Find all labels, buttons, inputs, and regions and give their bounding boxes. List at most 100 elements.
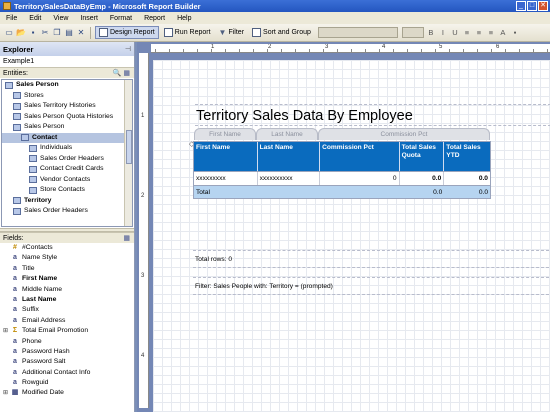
open-icon[interactable]: 📂 — [16, 28, 26, 38]
paste-icon[interactable]: ▤ — [64, 28, 74, 38]
detail-total-sales-ytd[interactable]: 0.0 — [444, 172, 490, 185]
col-header-total-sales-quota[interactable]: Total Sales Quota — [400, 142, 445, 171]
group-tab-first-name[interactable]: First Name — [194, 128, 256, 140]
total-last-name[interactable] — [258, 186, 321, 198]
expand-icon[interactable]: ⊞ — [3, 326, 10, 336]
new-icon[interactable]: ▭ — [4, 28, 14, 38]
align-center-icon[interactable]: ≡ — [474, 28, 484, 37]
field-item[interactable]: a Last Name — [0, 295, 134, 305]
ruler-tick — [323, 49, 324, 52]
align-right-icon[interactable]: ≡ — [486, 28, 496, 37]
entities-scrollbar[interactable] — [124, 80, 132, 226]
entity-item[interactable]: Sales Person — [2, 122, 132, 133]
col-header-last-name[interactable]: Last Name — [258, 142, 321, 171]
col-header-first-name[interactable]: First Name — [194, 142, 258, 171]
menu-edit[interactable]: Edit — [29, 15, 41, 22]
entity-tools-icon[interactable]: 🔍 ▦ — [113, 68, 130, 78]
field-item[interactable]: a Password Salt — [0, 357, 134, 367]
entity-item[interactable]: Individuals — [2, 143, 132, 154]
group-tab-last-name[interactable]: Last Name — [256, 128, 318, 140]
entity-item[interactable]: Vendor Contacts — [2, 175, 132, 186]
filter-description-textbox[interactable]: Filter: Sales People with: Territory = (… — [193, 277, 549, 295]
report-table[interactable]: First Name Last Name Commission Pct Tota… — [193, 141, 491, 199]
ruler-tick — [197, 49, 198, 52]
entity-item[interactable]: Sales Order Headers — [2, 206, 132, 217]
menu-view[interactable]: View — [53, 15, 68, 22]
menu-format[interactable]: Format — [110, 15, 132, 22]
total-sales-ytd[interactable]: 0.0 — [444, 186, 490, 198]
entity-item[interactable]: Territory — [2, 196, 132, 207]
field-item[interactable]: a Email Address — [0, 316, 134, 326]
detail-total-sales-quota[interactable]: 0.0 — [400, 172, 445, 185]
entity-item[interactable]: Sales Order Headers — [2, 154, 132, 165]
field-item[interactable]: ⊞ Σ Total Email Promotion — [0, 326, 134, 336]
entity-label: Sales Person — [16, 81, 59, 88]
copy-icon[interactable]: ❐ — [52, 28, 62, 38]
fill-color-icon[interactable]: ▪ — [510, 28, 520, 37]
pin-icon[interactable]: ⊣ — [125, 45, 131, 53]
filter-button[interactable]: ▼ Filter — [216, 26, 247, 39]
maximize-button[interactable]: □ — [527, 1, 537, 11]
delete-icon[interactable]: ✕ — [76, 28, 86, 38]
report-page[interactable]: Territory Sales Data By Employee First N… — [153, 60, 550, 412]
field-item[interactable]: a Title — [0, 264, 134, 274]
entity-item[interactable]: Sales Territory Histories — [2, 101, 132, 112]
field-item[interactable]: a Password Hash — [0, 347, 134, 357]
menu-report[interactable]: Report — [144, 15, 165, 22]
report-title-textbox[interactable]: Territory Sales Data By Employee — [195, 104, 550, 126]
ruler-tick — [435, 49, 436, 52]
total-rows-textbox[interactable]: Total rows: 0 — [193, 250, 549, 268]
field-item[interactable]: a First Name — [0, 274, 134, 284]
field-item[interactable]: # #Contacts — [0, 243, 134, 253]
explorer-header: Explorer ⊣ — [0, 42, 134, 56]
field-item[interactable]: ⊞ ▦ Modified Date — [0, 388, 134, 398]
field-item[interactable]: a Middle Name — [0, 285, 134, 295]
window-title: TerritorySalesDataByEmp - Microsoft Repo… — [14, 1, 201, 11]
close-button[interactable]: ✕ — [538, 1, 548, 11]
font-size-select[interactable] — [401, 27, 424, 38]
detail-last-name[interactable]: xxxxxxxxxx — [258, 172, 321, 185]
expand-icon[interactable]: ⊞ — [3, 388, 10, 398]
entity-item[interactable]: Stores — [2, 91, 132, 102]
entity-item[interactable]: Store Contacts — [2, 185, 132, 196]
detail-commission-pct[interactable]: 0 — [320, 172, 400, 185]
entity-item[interactable]: Sales Person — [2, 80, 132, 91]
ruler-tick — [309, 49, 310, 52]
entity-item[interactable]: Contact — [2, 132, 132, 143]
italic-icon[interactable]: I — [438, 28, 448, 37]
total-sales-quota[interactable]: 0.0 — [400, 186, 445, 198]
field-item[interactable]: a Phone — [0, 337, 134, 347]
menu-file[interactable]: File — [6, 15, 17, 22]
field-item[interactable]: a Additional Contact Info — [0, 368, 134, 378]
col-header-total-sales-ytd[interactable]: Total Sales YTD — [444, 142, 490, 171]
menu-insert[interactable]: Insert — [80, 15, 98, 22]
total-commission-pct[interactable] — [320, 186, 399, 198]
detail-first-name[interactable]: xxxxxxxxx — [194, 172, 258, 185]
bold-icon[interactable]: B — [426, 28, 436, 37]
col-header-commission-pct[interactable]: Commission Pct — [320, 142, 400, 171]
entity-item[interactable]: Contact Credit Cards — [2, 164, 132, 175]
explorer-title: Explorer — [3, 44, 34, 54]
toolbar: ▭ 📂 ▪ ✂ ❐ ▤ ✕ Design Report Run Report ▼… — [0, 24, 550, 42]
scrollbar-thumb[interactable] — [126, 130, 132, 164]
new-field-icon[interactable]: ▦ — [123, 233, 130, 243]
field-item[interactable]: a Rowguid — [0, 378, 134, 388]
menu-bar: File Edit View Insert Format Report Help — [0, 12, 550, 24]
group-tab-commission-pct[interactable]: Commission Pct — [318, 128, 490, 140]
font-name-select[interactable] — [317, 27, 398, 38]
menu-help[interactable]: Help — [177, 15, 191, 22]
total-label[interactable]: Total — [194, 186, 258, 198]
underline-icon[interactable]: U — [450, 28, 460, 37]
minimize-button[interactable]: _ — [516, 1, 526, 11]
align-left-icon[interactable]: ≡ — [462, 28, 472, 37]
field-item[interactable]: a Suffix — [0, 305, 134, 315]
sort-group-button[interactable]: Sort and Group — [249, 26, 314, 39]
font-color-icon[interactable]: A — [498, 28, 508, 37]
cut-icon[interactable]: ✂ — [40, 28, 50, 38]
run-report-button[interactable]: Run Report — [161, 26, 214, 39]
toolbar-separator — [90, 26, 91, 39]
save-icon[interactable]: ▪ — [28, 28, 38, 38]
field-item[interactable]: a Name Style — [0, 253, 134, 263]
design-report-button[interactable]: Design Report — [95, 26, 159, 39]
entity-item[interactable]: Sales Person Quota Histories — [2, 112, 132, 123]
